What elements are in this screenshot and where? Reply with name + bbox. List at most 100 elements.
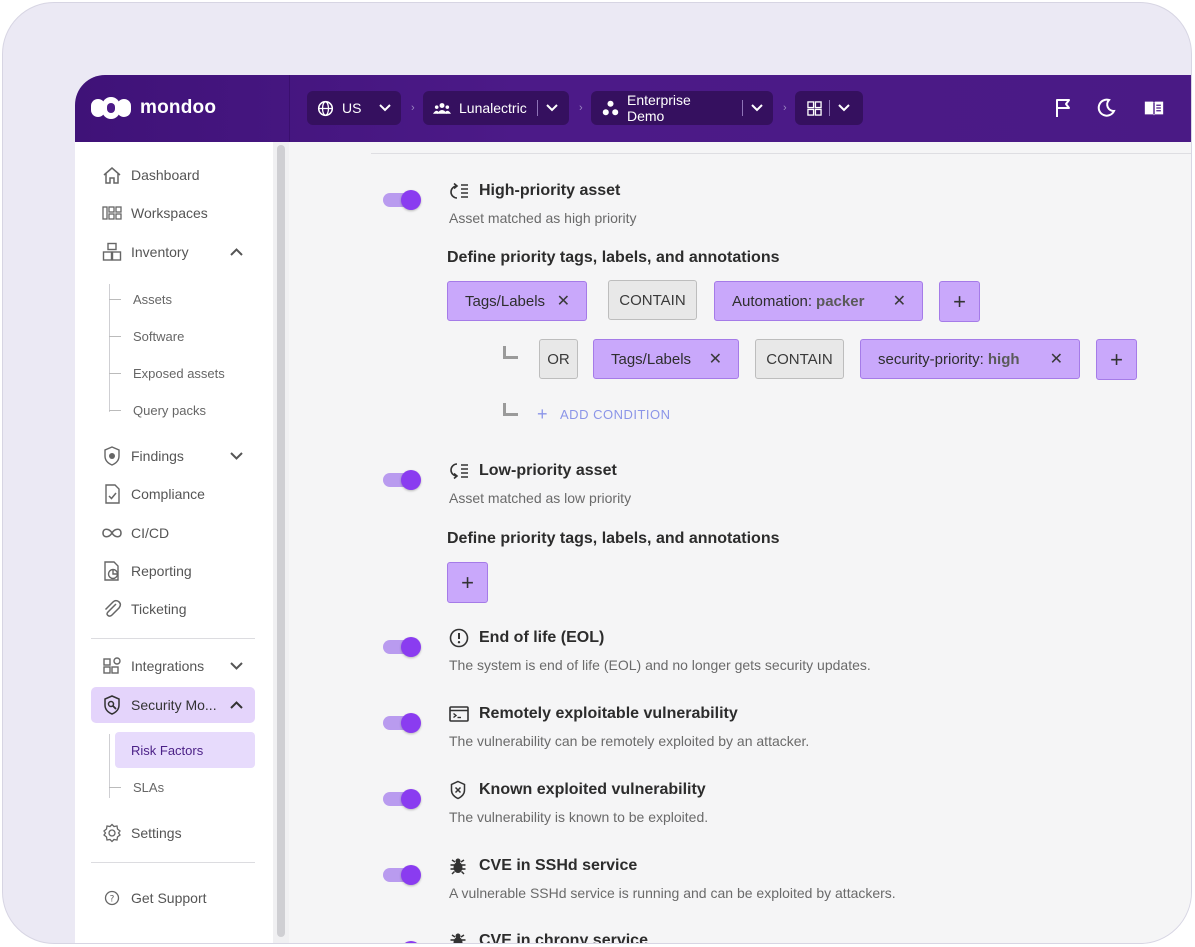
moon-icon[interactable] (1095, 97, 1117, 119)
condition-field-chip[interactable]: Tags/Labels ✕ (447, 281, 587, 321)
device-frame: mondoo US › Lunalectric › Enterprise Dem… (2, 2, 1192, 944)
tree-connector (503, 346, 518, 359)
sidebar-subitem-software[interactable]: Software (109, 321, 184, 351)
app-window: mondoo US › Lunalectric › Enterprise Dem… (75, 75, 1191, 943)
topbar-divider (289, 75, 290, 142)
tree-connector (503, 403, 518, 416)
chevron-down-icon[interactable] (230, 657, 243, 673)
space-selector[interactable]: Enterprise Demo (591, 91, 773, 125)
svg-text:?: ? (110, 895, 115, 905)
chevron-up-icon[interactable] (230, 243, 243, 259)
high-priority-toggle[interactable] (383, 190, 423, 210)
mondoo-logo[interactable]: mondoo (91, 95, 216, 121)
chip-key: security-priority: (878, 350, 984, 368)
bug-icon (449, 931, 471, 943)
workspaces-icon (101, 202, 123, 224)
sidebar-item-inventory[interactable]: Inventory (91, 234, 255, 270)
low-priority-toggle[interactable] (383, 470, 423, 490)
sidebar-item-integrations[interactable]: Integrations (91, 648, 255, 684)
add-value-button[interactable]: + (1096, 339, 1137, 380)
bug-icon (449, 856, 471, 876)
sidebar-subitem-slas[interactable]: SLAs (109, 772, 164, 802)
sidebar-subitem-exposed-assets[interactable]: Exposed assets (109, 358, 225, 388)
sidebar-item-ticketing[interactable]: Ticketing (91, 591, 255, 627)
chevron-down-icon[interactable] (751, 104, 763, 112)
terminal-icon (449, 704, 471, 724)
risk-title-text: Known exploited vulnerability (479, 781, 706, 798)
shield-wrench-icon (101, 694, 123, 716)
sidebar-subitem-query-packs[interactable]: Query packs (109, 395, 206, 425)
gear-icon (101, 822, 123, 844)
chevron-down-icon[interactable] (838, 104, 850, 112)
organization-selector[interactable]: Lunalectric (423, 91, 569, 125)
logic-operator-chip[interactable]: OR (539, 339, 578, 379)
condition-value-chip[interactable]: Automation: packer ✕ (714, 281, 923, 321)
sidebar-scrollbar-thumb[interactable] (277, 145, 285, 937)
sidebar-item-label: Settings (131, 825, 182, 841)
flag-icon[interactable] (1053, 97, 1075, 119)
chevron-down-icon[interactable] (379, 104, 392, 112)
risk-title-text: Low-priority asset (479, 462, 617, 479)
sidebar-subitem-assets[interactable]: Assets (109, 284, 172, 314)
breadcrumb-separator: › (411, 102, 415, 114)
organization-label: Lunalectric (459, 100, 527, 116)
close-icon[interactable]: ✕ (1050, 349, 1063, 369)
cve-sshd-toggle[interactable] (383, 865, 423, 885)
subitem-label: SLAs (133, 779, 165, 795)
shield-x-icon (449, 780, 471, 800)
chip-value: packer (816, 292, 865, 310)
sidebar-item-reporting[interactable]: Reporting (91, 553, 255, 589)
close-icon[interactable]: ✕ (557, 291, 570, 311)
cve-chrony-toggle[interactable] (383, 941, 423, 943)
chip-value: high (987, 350, 1020, 368)
subitem-label: Exposed assets (133, 365, 225, 381)
add-condition-button[interactable]: + ADD CONDITION (537, 404, 671, 425)
condition-field-chip[interactable]: Tags/Labels ✕ (593, 339, 739, 379)
sidebar-item-label: Workspaces (131, 205, 208, 221)
infinity-icon (101, 522, 123, 544)
close-icon[interactable]: ✕ (709, 349, 722, 369)
sidebar-item-label: CI/CD (131, 525, 170, 541)
eol-toggle[interactable] (383, 637, 423, 657)
sidebar-item-settings[interactable]: Settings (91, 815, 255, 851)
chevron-down-icon[interactable] (230, 447, 243, 463)
region-selector[interactable]: US (307, 91, 401, 125)
condition-value-chip[interactable]: security-priority: high ✕ (860, 339, 1080, 379)
sidebar-item-cicd[interactable]: CI/CD (91, 515, 255, 551)
sidebar-item-compliance[interactable]: Compliance (91, 476, 255, 512)
condition-operator-chip[interactable]: CONTAIN (608, 280, 697, 320)
content-divider (371, 153, 1191, 154)
sidebar-item-dashboard[interactable]: Dashboard (91, 157, 255, 193)
subitem-label: Risk Factors (131, 742, 204, 758)
chevron-down-icon[interactable] (545, 104, 558, 112)
define-heading: Define priority tags, labels, and annota… (447, 249, 780, 266)
sidebar-item-label: Findings (131, 448, 184, 464)
risk-title-cve-chrony: CVE in chrony service (449, 931, 648, 943)
condition-operator-chip[interactable]: CONTAIN (755, 339, 844, 379)
book-icon[interactable] (1143, 97, 1165, 119)
sidebar-item-workspaces[interactable]: Workspaces (91, 195, 255, 231)
sidebar-item-label: Reporting (131, 563, 192, 579)
sidebar-item-security-model[interactable]: Security Mo... (91, 687, 255, 723)
known-exploit-toggle[interactable] (383, 789, 423, 809)
risk-title-text: High-priority asset (479, 182, 621, 199)
risk-title-text: End of life (EOL) (479, 629, 605, 646)
define-heading: Define priority tags, labels, and annota… (447, 530, 780, 547)
sidebar-subitem-risk-factors[interactable]: Risk Factors (115, 732, 255, 768)
close-icon[interactable]: ✕ (893, 291, 906, 311)
remote-exploit-toggle[interactable] (383, 713, 423, 733)
sidebar-item-get-support[interactable]: ? Get Support (91, 880, 255, 916)
chevron-up-icon[interactable] (230, 696, 243, 712)
add-value-button[interactable]: + (939, 281, 980, 322)
risk-title-high-priority: High-priority asset (449, 181, 620, 201)
integrations-icon (101, 655, 123, 677)
asset-selector[interactable] (795, 91, 863, 125)
risk-title-text: CVE in SSHd service (479, 857, 638, 874)
subitem-label: Query packs (133, 402, 206, 418)
risk-title-low-priority: Low-priority asset (449, 461, 617, 481)
add-value-button[interactable]: + (447, 562, 488, 603)
risk-description: Asset matched as low priority (449, 490, 632, 506)
risk-title-text: Remotely exploitable vulnerability (479, 705, 738, 722)
globe-icon (317, 99, 334, 117)
sidebar-item-findings[interactable]: Findings (91, 438, 255, 474)
